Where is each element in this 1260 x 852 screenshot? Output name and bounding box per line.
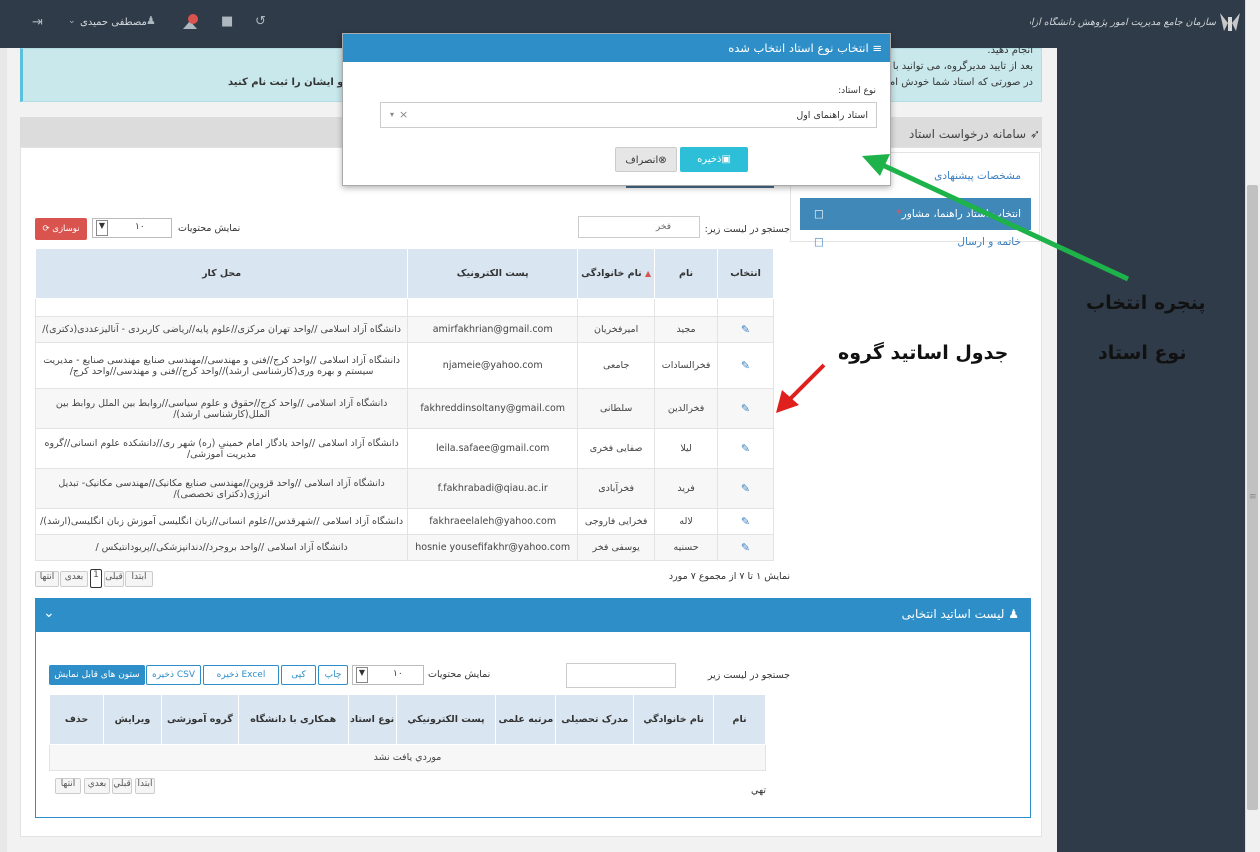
annotation-arrows [776, 154, 1130, 413]
annotation-modal-label-2: نوع استاد [1098, 342, 1187, 364]
red-arrow [785, 363, 826, 404]
annotation-table-label: جدول اساتید گروه [838, 342, 1009, 364]
green-arrow [874, 159, 1130, 282]
annotation-modal-label-1: پنجره انتخاب [1086, 292, 1206, 314]
